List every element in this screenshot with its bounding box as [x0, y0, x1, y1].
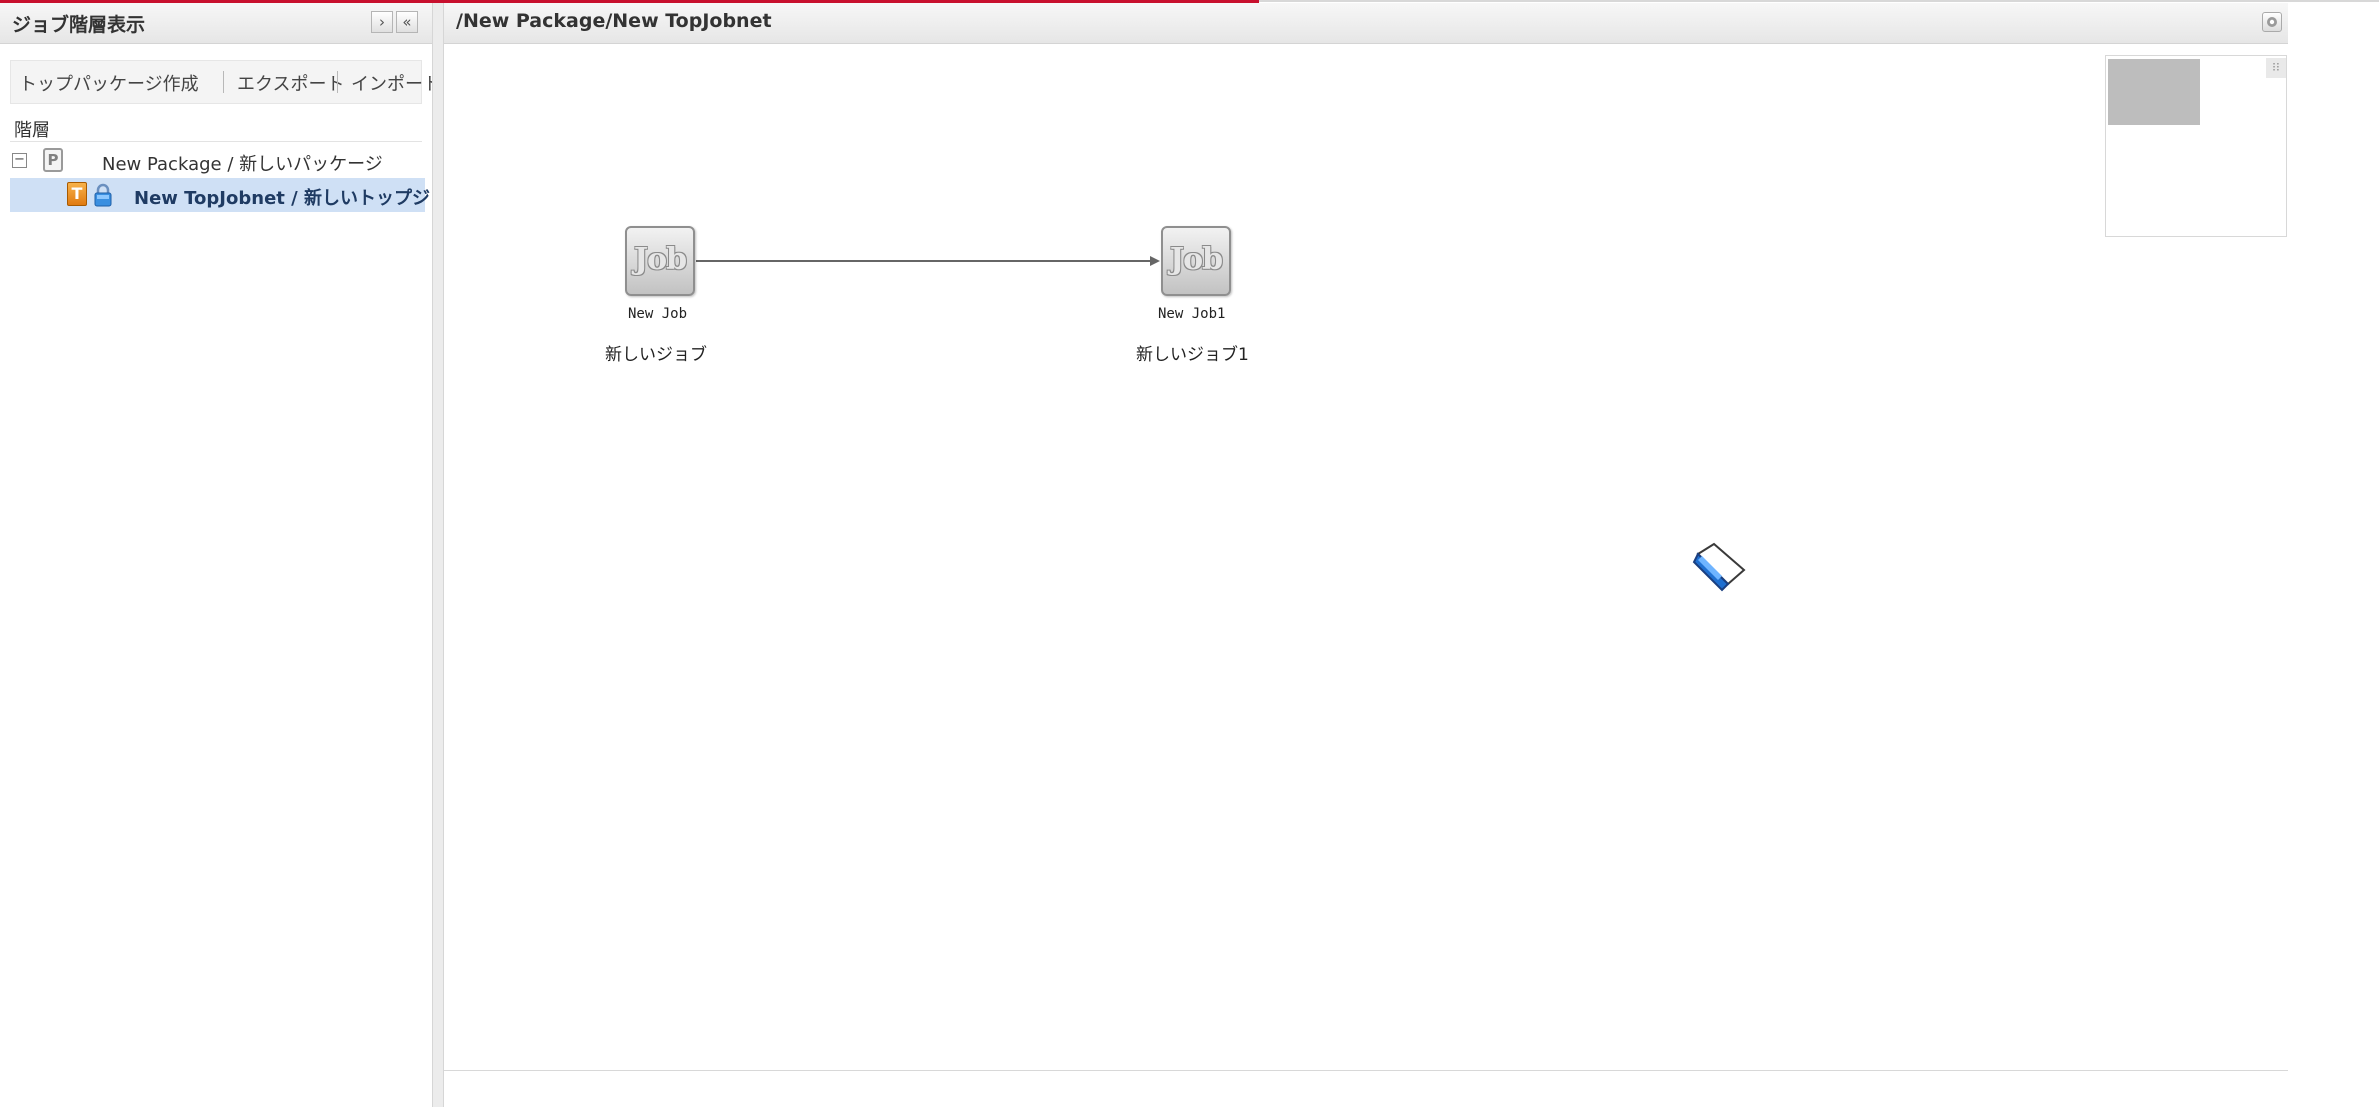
- panel-title: ジョブ階層表示: [12, 14, 146, 36]
- hierarchy-toolbar: トップパッケージ作成 エクスポート インポート: [10, 60, 441, 104]
- panel-splitter[interactable]: [432, 3, 444, 1107]
- jobnet-editor-header: /New Package/New TopJobnet: [444, 3, 2288, 44]
- export-button[interactable]: エクスポート: [237, 70, 344, 96]
- job-icon: Job: [625, 226, 695, 296]
- job-icon: Job: [1161, 226, 1231, 296]
- job-hierarchy-panel: ジョブ階層表示 › « トップパッケージ作成 エクスポート インポート 階層 −…: [0, 3, 448, 1107]
- job-hierarchy-body: トップパッケージ作成 エクスポート インポート 階層 − P New Packa…: [0, 44, 448, 1107]
- eraser-cursor-icon: [1692, 542, 1746, 592]
- toolbar-divider: [337, 71, 338, 93]
- job-japanese-name-label: 新しいジョブ: [605, 345, 707, 365]
- job-icon-text: Job: [633, 242, 687, 277]
- jobnet-path: /New Package/New TopJobnet: [456, 10, 772, 32]
- collapse-tree-icon[interactable]: −: [12, 153, 27, 168]
- job-hierarchy-header: ジョブ階層表示 › «: [0, 3, 432, 44]
- job-japanese-name-label: 新しいジョブ1: [1136, 345, 1249, 365]
- hierarchy-label: 階層: [14, 120, 50, 141]
- topjobnet-icon: T: [67, 182, 87, 206]
- gear-icon[interactable]: [2262, 12, 2282, 32]
- canvas-bottom-border: [444, 1070, 2288, 1071]
- tree-item-label: New Package / 新しいパッケージ: [102, 154, 383, 175]
- tree-item-new-package[interactable]: − P New Package / 新しいパッケージ: [10, 144, 425, 178]
- import-button[interactable]: インポート: [351, 70, 441, 96]
- jobnet-canvas[interactable]: [444, 44, 2288, 1070]
- job-icon-text: Job: [1169, 242, 1223, 277]
- overview-viewport[interactable]: [2108, 59, 2200, 125]
- lock-icon: [94, 183, 112, 207]
- job-node-new-job1[interactable]: Job: [1161, 226, 1231, 296]
- expand-panel-button[interactable]: ›: [371, 11, 393, 33]
- toolbar-divider: [223, 71, 224, 93]
- tree-item-label: New TopJobnet / 新しいトップジョ: [134, 188, 448, 209]
- create-top-package-button[interactable]: トップパッケージ作成: [19, 70, 199, 96]
- package-icon: P: [43, 148, 63, 172]
- loading-progress-track: [1259, 0, 2379, 2]
- overview-minimap[interactable]: ⁝⁝: [2105, 55, 2287, 237]
- job-name-label: New Job1: [1158, 306, 1226, 322]
- gear-icon-glyph: [2267, 17, 2277, 27]
- tree-item-new-topjobnet[interactable]: T New TopJobnet / 新しいトップジョ: [10, 178, 448, 212]
- collapse-panel-button[interactable]: «: [396, 11, 418, 33]
- job-node-new-job[interactable]: Job: [625, 226, 695, 296]
- overview-toggle-icon[interactable]: ⁝⁝: [2266, 58, 2286, 78]
- hierarchy-divider: [10, 141, 422, 142]
- job-name-label: New Job: [628, 306, 688, 322]
